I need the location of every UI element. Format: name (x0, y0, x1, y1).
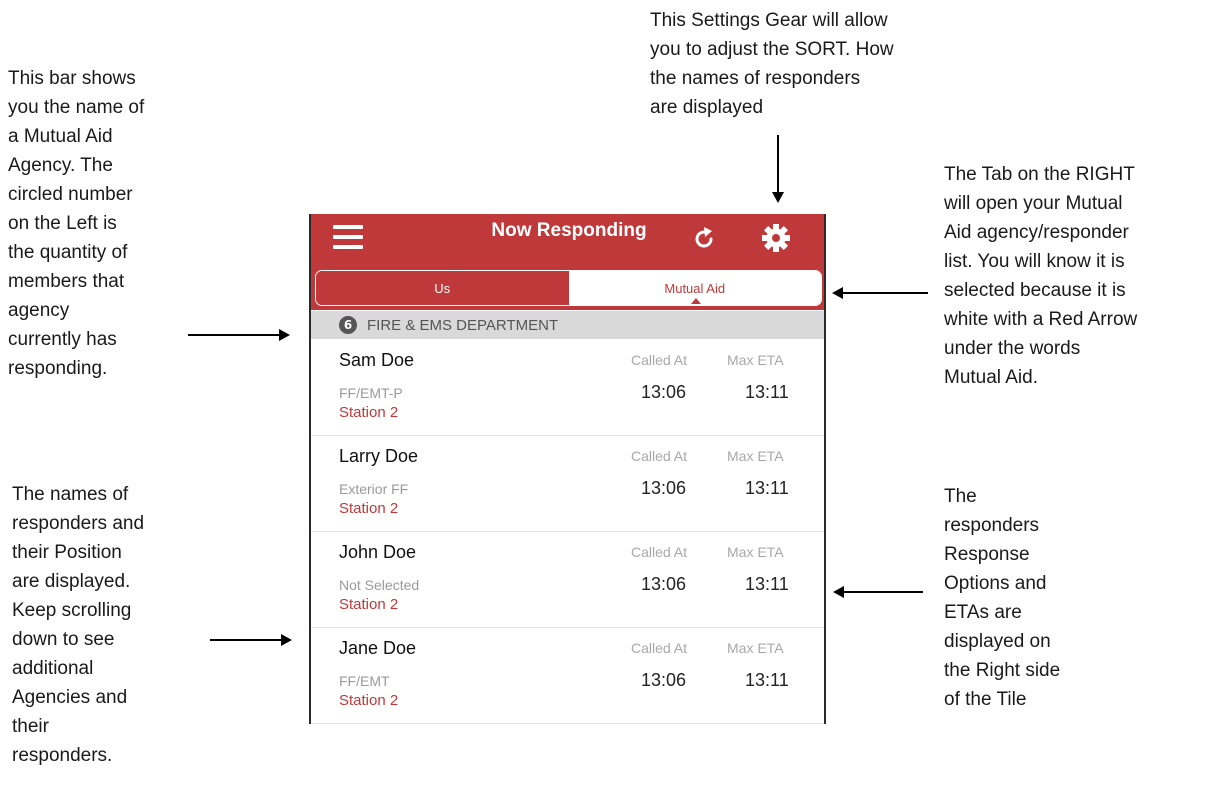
called-at-value: 13:06 (641, 478, 687, 498)
responder-position: Exterior FF (339, 481, 409, 497)
annotation-response-options: The responders Response Options and ETAs… (944, 486, 1061, 710)
responder-position: Not Selected (339, 577, 420, 593)
called-at-value: 13:06 (641, 574, 687, 594)
responder-name: Sam Doe (339, 350, 415, 370)
responder-name: John Doe (339, 542, 417, 562)
called-at-label: Called At (631, 352, 688, 368)
max-eta-value: 13:11 (745, 382, 789, 402)
responder-position: FF/EMT-P (339, 385, 403, 401)
tab-us[interactable]: Us (316, 271, 569, 305)
annotation-settings-gear: This Settings Gear will allow you to adj… (650, 10, 894, 118)
responder-position: FF/EMT (339, 673, 390, 689)
responder-row[interactable]: Larry Doe Exterior FF Station 2 Called A… (311, 436, 824, 532)
responder-row[interactable]: Sam Doe FF/EMT-P Station 2 Called At Max… (311, 340, 824, 436)
responder-row[interactable]: John Doe Not Selected Station 2 Called A… (311, 532, 824, 628)
max-eta-value: 13:11 (745, 670, 789, 690)
called-at-value: 13:06 (641, 670, 687, 690)
max-eta-label: Max ETA (727, 352, 784, 368)
tab-bar: Us Mutual Aid (311, 264, 824, 310)
responder-name: Jane Doe (339, 638, 417, 658)
max-eta-value: 13:11 (745, 574, 789, 594)
segmented-control: Us Mutual Aid (315, 270, 822, 306)
max-eta-label: Max ETA (727, 448, 784, 464)
app-screen: Now Responding Us Mutual Aid 6 FIRE & EM… (309, 214, 826, 724)
agency-bar: 6 FIRE & EMS DEPARTMENT (311, 311, 824, 339)
menu-icon[interactable] (333, 225, 363, 251)
agency-name: FIRE & EMS DEPARTMENT (367, 316, 559, 334)
refresh-icon[interactable] (691, 226, 717, 252)
responder-station: Station 2 (339, 596, 399, 613)
selected-tab-arrow-icon (691, 298, 701, 304)
responder-station: Station 2 (339, 404, 399, 421)
max-eta-label: Max ETA (727, 640, 784, 656)
responder-station: Station 2 (339, 692, 399, 709)
max-eta-label: Max ETA (727, 544, 784, 560)
called-at-label: Called At (631, 448, 688, 464)
called-at-label: Called At (631, 640, 688, 656)
page-title: Now Responding (491, 220, 647, 241)
annotation-responder-names: The names of responders and their Positi… (12, 484, 145, 766)
responder-station: Station 2 (339, 500, 399, 517)
agency-count-badge: 6 (339, 316, 357, 334)
called-at-label: Called At (631, 544, 688, 560)
max-eta-value: 13:11 (745, 478, 789, 498)
app-header: Now Responding (311, 214, 824, 264)
responder-name: Larry Doe (339, 446, 419, 466)
gear-icon[interactable] (761, 223, 791, 253)
annotation-agency-bar: This bar shows you the name of a Mutual … (8, 68, 145, 379)
annotation-mutual-aid-tab: The Tab on the RIGHT will open your Mutu… (944, 164, 1138, 388)
called-at-value: 13:06 (641, 382, 687, 402)
responder-row[interactable]: Jane Doe FF/EMT Station 2 Called At Max … (311, 628, 824, 724)
